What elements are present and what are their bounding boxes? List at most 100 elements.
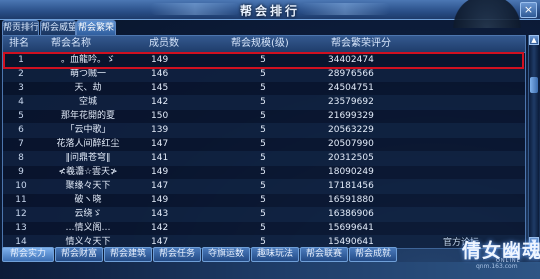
table-row[interactable]: 8 ‖问鼎苍穹‖ 141 5 20312505	[3, 151, 525, 166]
rank-cell: 3	[18, 83, 24, 93]
scale-cell: 5	[260, 209, 266, 219]
tab-guild-prosperity[interactable]: 帮会繁荣	[76, 20, 116, 35]
members-cell: 142	[151, 223, 169, 233]
table-row[interactable]: 3 天、劫 145 5 24504751	[3, 81, 525, 96]
tab-contribution-ranking[interactable]: 帮贡排行	[2, 20, 39, 35]
scale-cell: 5	[260, 181, 266, 191]
table-body: 1 。血龍吟。ゞ 149 5 34402474 2 萌つ贼一 146 5 289…	[3, 53, 525, 250]
category-tabs: 帮会实力 帮会财富 帮会建筑 帮会任务 夺旗运数 趣味玩法 帮会联赛 帮会成就	[0, 247, 540, 262]
members-cell: 147	[151, 181, 169, 191]
members-cell: 149	[151, 195, 169, 205]
score-cell: 23579692	[328, 97, 374, 107]
tab-guild-wealth[interactable]: 帮会财富	[55, 247, 103, 262]
table-row[interactable]: 12 云绕ゞ 143 5 16386906	[3, 207, 525, 222]
guild-name-cell: 花落人间醉红尘	[56, 139, 120, 149]
rank-cell: 8	[18, 153, 24, 163]
table-header: 排名 帮会名称 成员数 帮会规模(级) 帮会繁荣评分	[3, 36, 525, 53]
table-row[interactable]: 2 萌つ贼一 146 5 28976566	[3, 67, 525, 82]
table-row[interactable]: 4 空城 142 5 23579692	[3, 95, 525, 110]
table-row[interactable]: 7 花落人间醉红尘 147 5 20507990	[3, 137, 525, 152]
close-button[interactable]: ×	[520, 2, 537, 18]
rank-cell: 6	[18, 125, 24, 135]
rank-cell: 7	[18, 139, 24, 149]
selected-row-highlight	[3, 52, 524, 69]
score-cell: 18090249	[328, 167, 374, 177]
score-cell: 24504751	[328, 83, 374, 93]
scale-cell: 5	[260, 153, 266, 163]
score-cell: 16386906	[328, 209, 374, 219]
scale-cell: 5	[260, 223, 266, 233]
guild-name-cell: 「云中歌」	[65, 125, 111, 135]
guild-name-cell: 聚缘々天下	[65, 181, 111, 191]
tab-fun-modes[interactable]: 趣味玩法	[251, 247, 299, 262]
score-cell: 20312505	[328, 153, 374, 163]
members-cell: 150	[151, 111, 169, 121]
guild-name-cell: 空城	[78, 97, 97, 107]
members-cell: 142	[151, 97, 169, 107]
scale-cell: 5	[260, 195, 266, 205]
header-scale[interactable]: 帮会规模(级)	[231, 37, 289, 51]
table-scrollbar[interactable]: ▲ ▼	[528, 35, 539, 247]
scale-cell: 5	[260, 97, 266, 107]
guild-name-cell: 天、劫	[74, 83, 102, 93]
members-cell: 147	[151, 139, 169, 149]
score-cell: 17181456	[328, 181, 374, 191]
rank-cell: 5	[18, 111, 24, 121]
guild-name-cell: 破ヽ晓	[74, 195, 102, 205]
rank-cell: 12	[15, 209, 27, 219]
guild-name-cell: 那年花開的夏	[60, 111, 115, 121]
rank-cell: 4	[18, 97, 24, 107]
tab-guild-buildings[interactable]: 帮会建筑	[104, 247, 152, 262]
guild-name-cell: ≮羲灋☆雲天≯	[58, 167, 118, 177]
members-cell: 143	[151, 209, 169, 219]
ranking-table: 排名 帮会名称 成员数 帮会规模(级) 帮会繁荣评分 1 。血龍吟。ゞ 149 …	[2, 35, 526, 250]
guild-ranking-window: 帮会排行 × 帮贡排行 帮会威望 帮会繁荣 排名 帮会名称 成员数 帮会规模(级…	[0, 0, 540, 279]
header-rank[interactable]: 排名	[9, 37, 29, 51]
table-row[interactable]: 11 破ヽ晓 149 5 16591880	[3, 193, 525, 208]
table-row[interactable]: 13 …情义阁… 142 5 15699641	[3, 221, 525, 236]
rank-cell: 11	[15, 195, 27, 205]
rank-cell: 2	[18, 69, 24, 79]
rank-cell: 9	[18, 167, 24, 177]
tab-guild-league[interactable]: 帮会联赛	[300, 247, 348, 262]
guild-name-cell: 萌つ贼一	[69, 69, 106, 79]
tab-guild-achievements[interactable]: 帮会成就	[349, 247, 397, 262]
scroll-up-icon[interactable]: ▲	[529, 35, 539, 45]
members-cell: 139	[151, 125, 169, 135]
header-score[interactable]: 帮会繁荣评分	[331, 37, 391, 51]
tab-guild-quests[interactable]: 帮会任务	[153, 247, 201, 262]
table-row[interactable]: 9 ≮羲灋☆雲天≯ 149 5 18090249	[3, 165, 525, 180]
members-cell: 146	[151, 69, 169, 79]
scale-cell: 5	[260, 83, 266, 93]
rank-cell: 10	[15, 181, 27, 191]
tab-flag-capture[interactable]: 夺旗运数	[202, 247, 250, 262]
score-cell: 16591880	[328, 195, 374, 205]
header-guild-name[interactable]: 帮会名称	[51, 37, 91, 51]
guild-name-cell: 云绕ゞ	[74, 209, 102, 219]
members-cell: 149	[151, 167, 169, 177]
guild-name-cell: …情义阁…	[65, 223, 111, 233]
scale-cell: 5	[260, 167, 266, 177]
header-members[interactable]: 成员数	[149, 37, 179, 51]
table-row[interactable]: 5 那年花開的夏 150 5 21699329	[3, 109, 525, 124]
scale-cell: 5	[260, 111, 266, 121]
tab-guild-strength[interactable]: 帮会实力	[2, 247, 54, 262]
members-cell: 141	[151, 153, 169, 163]
score-cell: 20563229	[328, 125, 374, 135]
background-scenery	[0, 262, 540, 279]
score-cell: 28976566	[328, 69, 374, 79]
umbrella-decoration	[452, 0, 522, 28]
scale-cell: 5	[260, 69, 266, 79]
rank-cell: 13	[15, 223, 27, 233]
members-cell: 145	[151, 83, 169, 93]
scrollbar-thumb[interactable]	[530, 77, 538, 93]
score-cell: 15699641	[328, 223, 374, 233]
scale-cell: 5	[260, 139, 266, 149]
guild-name-cell: ‖问鼎苍穹‖	[65, 153, 111, 163]
score-cell: 21699329	[328, 111, 374, 121]
scale-cell: 5	[260, 125, 266, 135]
table-row[interactable]: 10 聚缘々天下 147 5 17181456	[3, 179, 525, 194]
table-row[interactable]: 6 「云中歌」 139 5 20563229	[3, 123, 525, 138]
tab-guild-prestige[interactable]: 帮会威望	[40, 20, 76, 35]
site-watermark: qnm.163.com	[476, 263, 518, 270]
